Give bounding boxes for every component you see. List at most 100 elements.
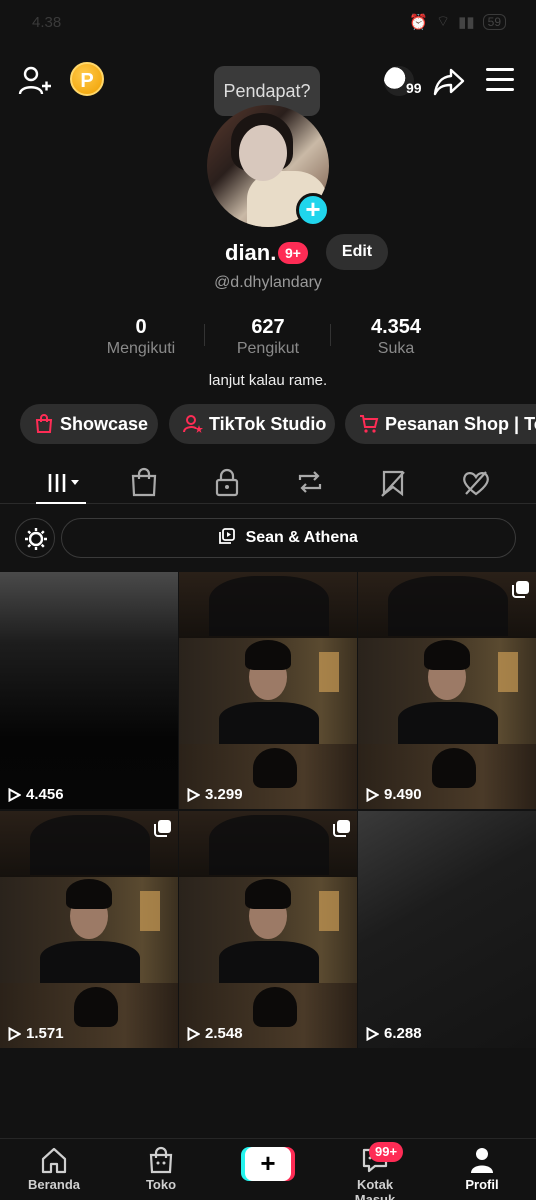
tiktok-studio-chip-label: TikTok Studio (209, 414, 327, 434)
avatar-face-shape (239, 125, 287, 181)
home-icon (41, 1147, 67, 1174)
stat-followers[interactable]: 627 Pengikut (213, 316, 323, 358)
saved-bookmark-icon (381, 470, 405, 497)
play-icon (187, 787, 200, 802)
profile-tabs (0, 460, 536, 504)
add-user-icon[interactable] (18, 64, 52, 98)
stat-likes[interactable]: 4.354 Suka (341, 316, 451, 358)
share-icon[interactable] (432, 64, 466, 98)
nav-inbox-label: Kotak Masuk (354, 1177, 396, 1200)
playlist-button[interactable]: Sean & Athena (61, 518, 516, 558)
stat-following[interactable]: 0 Mengikuti (86, 316, 196, 358)
profile-handle: @d.dhylandary (214, 274, 322, 291)
nav-shop-label: Toko (145, 1177, 177, 1192)
active-tab-underline (36, 502, 86, 504)
video-tile[interactable]: 4.456 (0, 572, 178, 809)
status-icons: ⏰ ⌔ ▮▮ 59 (409, 12, 506, 31)
bottom-nav: Beranda Toko + Kotak Masuk Profil (0, 1138, 536, 1200)
view-count-value: 4.456 (26, 786, 64, 803)
stat-divider (330, 324, 331, 346)
showcase-chip-label: Showcase (60, 414, 149, 434)
play-icon (8, 1026, 21, 1041)
nav-profile[interactable]: Profil (442, 1145, 522, 1192)
multi-photo-icon (512, 581, 529, 598)
shopping-bag-icon (35, 414, 53, 433)
tiktok-studio-chip[interactable]: TikTok Studio (169, 404, 335, 444)
stat-likes-label: Suka (377, 340, 415, 357)
tab-private[interactable] (207, 466, 247, 498)
play-icon (366, 1026, 379, 1041)
multi-photo-icon (333, 820, 350, 837)
video-grid: 4.456 3.299 9.490 1.571 2.548 6.288 (0, 572, 536, 1049)
view-count: 4.456 (8, 786, 64, 803)
edit-profile-button[interactable]: Edit (326, 234, 388, 270)
status-bar: 4.38 ⏰ ⌔ ▮▮ 59 (0, 0, 536, 46)
shopping-cart-icon (360, 415, 379, 433)
repost-icon (298, 471, 322, 493)
view-count-value: 1.571 (26, 1025, 64, 1042)
nav-shop[interactable]: Toko (121, 1145, 201, 1192)
view-count: 9.490 (366, 786, 422, 803)
stat-followers-label: Pengikut (236, 340, 300, 357)
nav-home[interactable]: Beranda (14, 1145, 94, 1192)
sort-settings-button[interactable] (15, 518, 55, 558)
play-icon (366, 787, 379, 802)
video-tile[interactable]: 1.571 (0, 811, 178, 1048)
stat-followers-value: 627 (251, 316, 285, 338)
stats-row: 0 Mengikuti 627 Pengikut 4.354 Suka (0, 316, 536, 362)
lock-icon (215, 468, 239, 497)
top-bar: P Pendapat? 99 (0, 56, 536, 116)
multi-photo-icon (154, 820, 171, 837)
video-tile[interactable]: 2.548 (179, 811, 357, 1048)
stat-following-value: 0 (135, 316, 147, 338)
wifi-icon: ⌔ (436, 13, 451, 30)
tab-liked[interactable] (456, 466, 496, 498)
name-badge[interactable]: 9+ (278, 242, 308, 264)
status-time: 4.38 (32, 14, 62, 31)
profile-bio: lanjut kalau rame. (208, 372, 328, 389)
playlist-icon (219, 528, 236, 544)
play-icon (187, 1026, 200, 1041)
alarm-icon: ⏰ (409, 13, 429, 31)
tab-shop[interactable] (124, 466, 164, 498)
nav-profile-label: Profil (465, 1177, 499, 1192)
tab-saved[interactable] (373, 466, 413, 498)
menu-icon[interactable] (486, 68, 514, 92)
stat-divider (204, 324, 205, 346)
stat-likes-value: 4.354 (370, 316, 422, 338)
shop-orders-chip[interactable]: Pesanan Shop | To (345, 404, 536, 444)
view-count: 3.299 (187, 786, 243, 803)
liked-heart-icon (463, 471, 489, 496)
play-icon (8, 787, 21, 802)
friends-count: 99 (406, 80, 422, 96)
person-star-icon (183, 415, 203, 433)
add-story-plus-icon[interactable]: + (296, 193, 330, 227)
tab-videos[interactable] (44, 466, 84, 498)
shop-icon (149, 1146, 173, 1174)
view-count-value: 2.548 (205, 1025, 243, 1042)
inbox-badge: 99+ (369, 1142, 404, 1162)
profile-name: dian. (225, 240, 277, 265)
create-button[interactable]: + (241, 1147, 295, 1181)
coin-icon[interactable]: P (70, 62, 104, 96)
video-tile[interactable]: 9.490 (358, 572, 536, 809)
tab-reposts[interactable] (290, 466, 330, 498)
showcase-chip[interactable]: Showcase (20, 404, 158, 444)
nav-home-label: Beranda (27, 1177, 81, 1192)
video-tile[interactable]: 3.299 (179, 572, 357, 809)
view-count: 1.571 (8, 1025, 64, 1042)
view-count-value: 3.299 (205, 786, 243, 803)
view-count: 2.548 (187, 1025, 243, 1042)
playlist-label: Sean & Athena (245, 529, 358, 546)
create-plus-icon: + (245, 1147, 291, 1181)
name-row: dian. 9+ Edit (0, 234, 536, 272)
shop-bag-icon (131, 467, 157, 497)
signal-icon: ▮▮ (458, 13, 475, 31)
view-count-value: 6.288 (384, 1025, 422, 1042)
gear-icon (25, 528, 47, 550)
video-tile[interactable]: 6.288 (358, 811, 536, 1048)
view-count-value: 9.490 (384, 786, 422, 803)
stat-following-label: Mengikuti (106, 340, 176, 357)
profile-person-icon (471, 1148, 493, 1173)
battery-icon: 59 (482, 13, 506, 30)
